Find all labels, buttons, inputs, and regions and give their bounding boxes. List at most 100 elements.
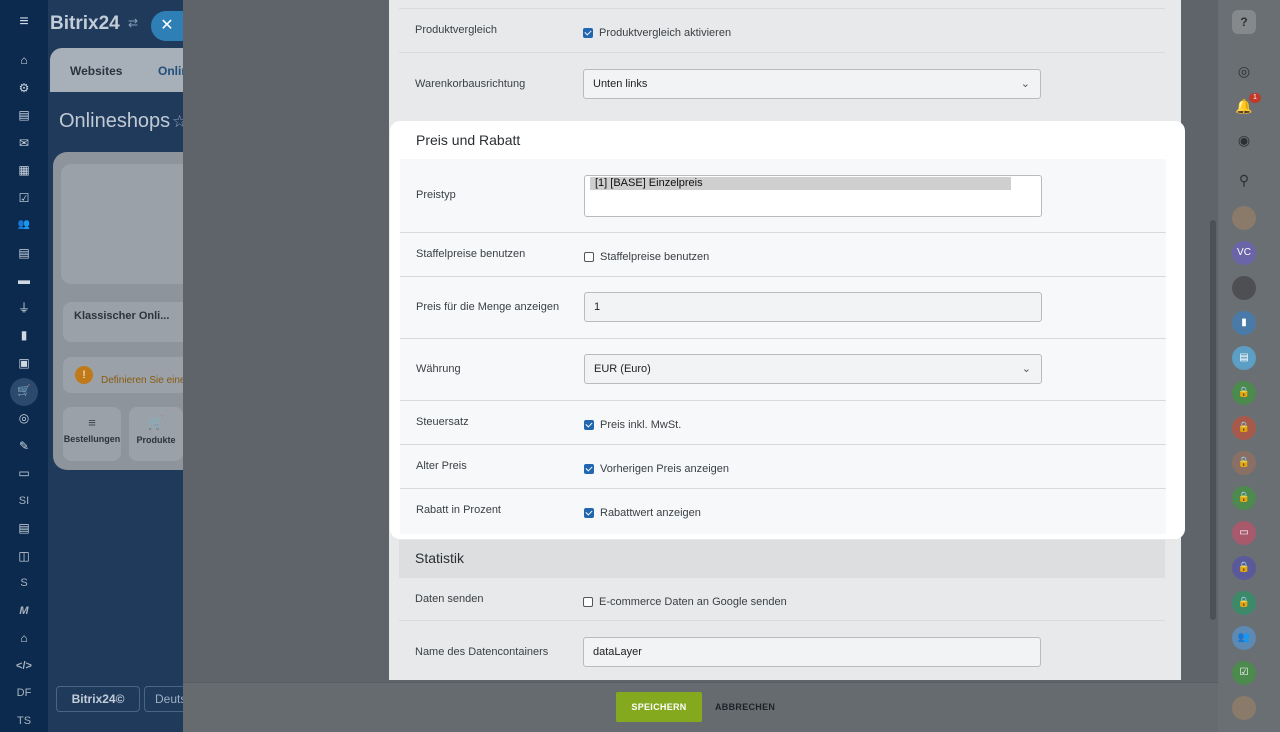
field-label: Warenkorbausrichtung [415, 78, 526, 90]
sidebar-item-s[interactable]: S [14, 573, 34, 593]
lock-icon[interactable]: 🔒 [1232, 451, 1256, 475]
task-icon[interactable]: ☑ [1232, 661, 1256, 685]
old-price-checkbox[interactable]: Vorherigen Preis anzeigen [584, 460, 729, 478]
documents-icon[interactable]: ▤ [14, 243, 34, 263]
developer-icon[interactable]: </> [14, 656, 34, 676]
lock-icon[interactable]: 🔒 [1232, 556, 1256, 580]
field-label: Steuersatz [416, 416, 469, 428]
close-slider-button[interactable]: ✕ [151, 11, 183, 41]
filter-icon: ≡ [88, 415, 96, 430]
checkbox-label[interactable]: Produktvergleich aktivieren [599, 27, 731, 39]
field-label: Staffelpreise benutzen [416, 248, 526, 260]
card-icon[interactable]: ▭ [1232, 521, 1256, 545]
shop-icon[interactable]: 🛒 [14, 381, 34, 401]
checkbox-label[interactable]: Staffelpreise benutzen [600, 251, 709, 263]
price-discount-card: Preis und Rabatt Preistyp [1] [BASE] Ein… [390, 121, 1185, 539]
save-button[interactable]: SPEICHERN [616, 692, 702, 722]
avatar[interactable] [1232, 276, 1256, 300]
shop-preview[interactable] [61, 164, 183, 284]
calendar-icon[interactable]: ▦ [14, 160, 34, 180]
field-label: Daten senden [415, 593, 484, 605]
chat-icon[interactable]: ✉ [14, 133, 34, 153]
group-icon[interactable]: 👥 [1232, 626, 1256, 650]
tax-checkbox[interactable]: Preis inkl. MwSt. [584, 416, 681, 434]
lock-icon[interactable]: 🔒 [1232, 416, 1256, 440]
market-icon[interactable]: M [14, 601, 34, 621]
datacontainer-input[interactable]: dataLayer [583, 637, 1041, 667]
checkbox-label[interactable]: Preis inkl. MwSt. [600, 419, 681, 431]
tiered-prices-checkbox[interactable]: Staffelpreise benutzen [584, 248, 709, 266]
star-icon[interactable]: ☆ [172, 112, 183, 132]
home-icon[interactable]: ⌂ [14, 50, 34, 70]
messenger-icon[interactable]: ◉ [1232, 128, 1256, 152]
checkbox-checked[interactable] [584, 463, 594, 474]
sidebar-item-df[interactable]: DF [14, 683, 34, 703]
quantity-input[interactable]: 1 [584, 292, 1042, 322]
checkbox-unchecked[interactable] [583, 596, 593, 607]
bitrix24-logo[interactable]: Bitrix24 [50, 13, 120, 35]
tab-websites[interactable]: Websites [70, 64, 122, 78]
tasks-icon[interactable]: ☑ [14, 188, 34, 208]
scrollbar[interactable] [1210, 220, 1216, 620]
divider [399, 8, 1165, 9]
chevron-down-icon: ⌄ [1020, 78, 1030, 90]
connector-icon[interactable]: ◫ [14, 546, 34, 566]
swap-icon[interactable]: ⇄ [128, 16, 138, 30]
avatar[interactable] [1232, 206, 1256, 230]
copilot-icon[interactable]: ◎ [1232, 59, 1256, 83]
lock-icon[interactable]: 🔒 [1232, 381, 1256, 405]
checkbox-checked[interactable] [584, 507, 594, 518]
search-icon[interactable]: ⚲ [1232, 168, 1256, 192]
orders-label: Bestellungen [63, 434, 121, 444]
avatar[interactable] [1232, 696, 1256, 720]
sidebar-item-ts[interactable]: TS [14, 711, 34, 731]
drive-icon[interactable]: ▬ [14, 270, 34, 290]
employees-icon[interactable]: 👥 [14, 215, 34, 235]
checkbox-unchecked[interactable] [584, 251, 594, 262]
compare-checkbox[interactable]: Produktvergleich aktivieren [583, 24, 731, 42]
cart-position-select[interactable]: Unten links ⌄ [583, 69, 1041, 99]
sidebar-item-si[interactable]: SI [14, 491, 34, 511]
checkbox-checked[interactable] [583, 27, 593, 38]
list-icon[interactable]: ▤ [14, 518, 34, 538]
terminal-icon[interactable]: ▭ [14, 463, 34, 483]
cancel-button[interactable]: ABBRECHEN [715, 692, 775, 722]
shop-name[interactable]: Klassischer Onli... [74, 310, 169, 322]
automation-icon[interactable]: ⚙ [14, 78, 34, 98]
bookmark-icon[interactable]: ▮ [1232, 311, 1256, 335]
divider [400, 400, 1166, 401]
analytics-icon[interactable]: ▮ [14, 325, 34, 345]
checkbox-label[interactable]: Rabattwert anzeigen [600, 507, 701, 519]
checkbox-label[interactable]: Vorherigen Preis anzeigen [600, 463, 729, 475]
lock-icon[interactable]: 🔒 [1232, 591, 1256, 615]
footer-logo[interactable]: Bitrix24© [56, 686, 140, 712]
chat-icon[interactable]: ▤ [1232, 346, 1256, 370]
notification-badge: 1 [1249, 93, 1261, 103]
discount-checkbox[interactable]: Rabattwert anzeigen [584, 504, 701, 522]
sign-icon[interactable]: ✎ [14, 436, 34, 456]
section-body: Preistyp [1] [BASE] Einzelpreis Staffelp… [400, 159, 1166, 534]
target-icon[interactable]: ◎ [14, 408, 34, 428]
divider [399, 52, 1165, 53]
field-label: Rabatt in Prozent [416, 504, 501, 516]
company-icon[interactable]: ⌂ [14, 628, 34, 648]
help-icon[interactable]: ? [1232, 10, 1256, 34]
products-button[interactable]: 🛒 Produkte [129, 407, 183, 461]
field-label: Alter Preis [416, 460, 467, 472]
avatar-vc[interactable]: VC [1232, 241, 1256, 265]
feed-icon[interactable]: ▤ [14, 105, 34, 125]
price-type-listbox[interactable]: [1] [BASE] Einzelpreis [584, 175, 1042, 217]
send-data-checkbox[interactable]: E-commerce Daten an Google senden [583, 593, 787, 611]
currency-select[interactable]: EUR (Euro) ⌄ [584, 354, 1042, 384]
checkbox-label[interactable]: E-commerce Daten an Google senden [599, 596, 787, 608]
warning-text[interactable]: Definieren Sie eine [101, 375, 183, 386]
price-type-option[interactable]: [1] [BASE] Einzelpreis [590, 177, 1011, 190]
filter-icon[interactable]: ⏚ [14, 298, 34, 318]
tab-onlineshops[interactable]: Onlin [158, 64, 183, 78]
language-selector[interactable]: Deuts [144, 686, 183, 712]
menu-icon[interactable]: ≡ [14, 12, 34, 32]
lock-icon[interactable]: 🔒 [1232, 486, 1256, 510]
crm-icon[interactable]: ▣ [14, 353, 34, 373]
orders-button[interactable]: ≡ Bestellungen [63, 407, 121, 461]
checkbox-checked[interactable] [584, 419, 594, 430]
